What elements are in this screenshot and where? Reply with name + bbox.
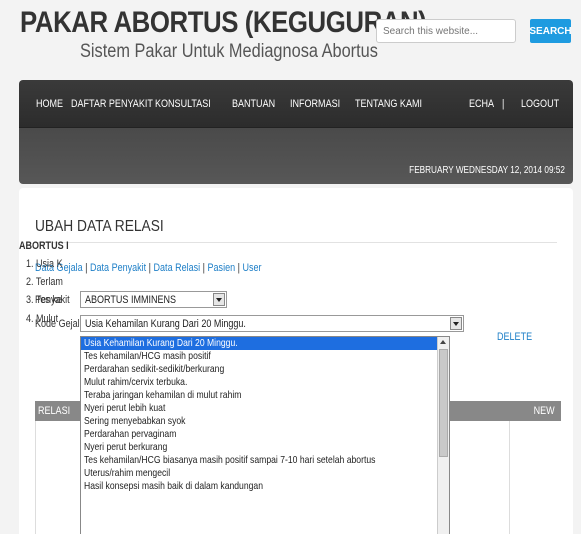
nav-separator: | [502, 98, 505, 110]
nav-item-konsultasi[interactable]: KONSULTASI [155, 98, 211, 110]
dropdown-scrollbar[interactable] [437, 337, 449, 534]
new-button[interactable]: NEW [534, 405, 555, 417]
table-row: 1. Usia K [26, 258, 63, 270]
kode-gejala-select[interactable]: Usia Kehamilan Kurang Dari 20 Minggu. [80, 315, 464, 332]
penyakit-select[interactable]: ABORTUS IMMINENS [80, 291, 227, 308]
scrollbar-thumb[interactable] [439, 349, 448, 457]
nav-item-home[interactable]: HOME [36, 98, 63, 110]
dropdown-option[interactable]: Sering menyebabkan syok [81, 415, 449, 428]
nav-item-logout[interactable]: LOGOUT [521, 98, 559, 110]
table-column-divider [509, 421, 510, 534]
table-disease-title: ABORTUS I [19, 240, 69, 252]
chevron-down-icon[interactable] [450, 317, 462, 330]
nav-item-tentang-kami[interactable]: TENTANG KAMI [355, 98, 422, 110]
link-data-penyakit[interactable]: Data Penyakit [90, 262, 146, 274]
dropdown-option[interactable]: Perdarahan pervaginam [81, 428, 449, 441]
relasi-header-label: RELASI [38, 405, 71, 417]
nav-item-daftar-penyakit[interactable]: DAFTAR PENYAKIT [71, 98, 153, 110]
chevron-down-icon[interactable] [213, 293, 225, 306]
link-pasien[interactable]: Pasien [208, 262, 236, 274]
nav-item-informasi[interactable]: INFORMASI [290, 98, 340, 110]
dropdown-option[interactable]: Perdarahan sedikit-sedikit/berkurang [81, 363, 449, 376]
admin-links: Data Gejala | Data Penyakit | Data Relas… [35, 262, 262, 274]
search-input[interactable] [377, 20, 519, 42]
table-row: 2. Terlam [26, 276, 63, 288]
chevron-up-icon[interactable] [439, 338, 448, 347]
table-row: 4. Mulut [26, 313, 59, 325]
search-box[interactable] [376, 19, 519, 43]
nav-bar: HOME DAFTAR PENYAKIT KONSULTASI BANTUAN … [19, 80, 573, 184]
link-separator: | [235, 262, 243, 274]
link-user[interactable]: User [242, 262, 261, 274]
page-heading: UBAH DATA RELASI [35, 218, 164, 235]
site-subtitle: Sistem Pakar Untuk Mediagnosa Abortus [80, 41, 378, 62]
penyakit-selected-value: ABORTUS IMMINENS [85, 294, 177, 306]
dropdown-option[interactable]: Usia Kehamilan Kurang Dari 20 Minggu. [81, 337, 449, 350]
link-separator: | [146, 262, 154, 274]
table-row: 3. Tes ke [26, 294, 62, 306]
link-data-relasi[interactable]: Data Relasi [154, 262, 201, 274]
site-title: PAKAR ABORTUS (KEGUGURAN) [20, 6, 427, 39]
dropdown-option[interactable]: Nyeri perut berkurang [81, 441, 449, 454]
dropdown-option[interactable]: Hasil konsepsi masih baik di dalam kandu… [81, 480, 449, 493]
heading-divider [35, 242, 557, 243]
link-separator: | [82, 262, 91, 274]
datetime-display: FEBRUARY WEDNESDAY 12, 2014 09:52 [409, 165, 565, 176]
search-button[interactable]: SEARCH [529, 19, 572, 43]
nav-divider [19, 127, 573, 128]
delete-link[interactable]: DELETE [497, 331, 532, 343]
kode-gejala-dropdown-list[interactable]: Usia Kehamilan Kurang Dari 20 Minggu. Te… [80, 336, 450, 534]
dropdown-option[interactable]: Nyeri perut lebih kuat [81, 402, 449, 415]
dropdown-option[interactable]: Teraba jaringan kehamilan di mulut rahim [81, 389, 449, 402]
dropdown-option[interactable]: Tes kehamilan/HCG masih positif [81, 350, 449, 363]
dropdown-option[interactable]: Tes kehamilan/HCG biasanya masih positif… [81, 454, 449, 467]
dropdown-option[interactable]: Uterus/rahim mengecil [81, 467, 449, 480]
nav-item-bantuan[interactable]: BANTUAN [232, 98, 275, 110]
nav-item-user[interactable]: ECHA [469, 98, 494, 110]
dropdown-option[interactable]: Mulut rahim/cervix terbuka. [81, 376, 449, 389]
kode-gejala-selected-value: Usia Kehamilan Kurang Dari 20 Minggu. [85, 318, 246, 330]
